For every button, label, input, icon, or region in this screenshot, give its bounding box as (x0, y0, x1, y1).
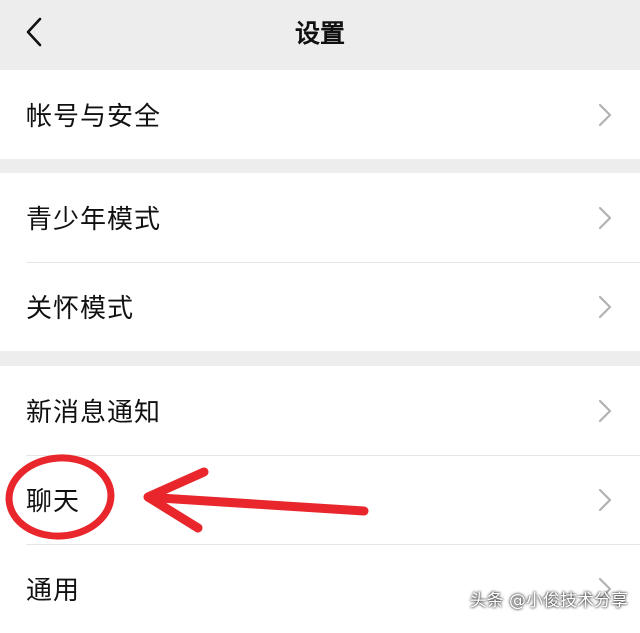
chevron-right-icon (598, 103, 612, 126)
watermark-text: 头条 @小俊技术分享 (469, 591, 628, 611)
chevron-right-icon (598, 206, 612, 229)
settings-group-modes: 青少年模式 关怀模式 (0, 173, 640, 351)
chevron-right-icon (598, 295, 612, 318)
chevron-right-icon (598, 488, 612, 511)
settings-item-label: 青少年模式 (26, 205, 162, 235)
settings-item-chat[interactable]: 聊天 (0, 455, 640, 544)
settings-item-account-security[interactable]: 帐号与安全 (0, 70, 640, 159)
settings-item-teen-mode[interactable]: 青少年模式 (0, 173, 640, 262)
page-title: 设置 (294, 19, 345, 48)
navigation-bar: 设置 (0, 0, 640, 68)
settings-item-care-mode[interactable]: 关怀模式 (0, 262, 640, 351)
settings-item-label: 帐号与安全 (26, 102, 162, 132)
chevron-right-icon (598, 399, 612, 422)
settings-group-account: 帐号与安全 (0, 70, 640, 159)
settings-item-label: 通用 (26, 576, 81, 606)
settings-item-label: 聊天 (26, 487, 81, 517)
settings-item-label: 新消息通知 (26, 398, 162, 428)
settings-item-label: 关怀模式 (26, 294, 135, 324)
settings-item-new-message-notification[interactable]: 新消息通知 (0, 366, 640, 455)
